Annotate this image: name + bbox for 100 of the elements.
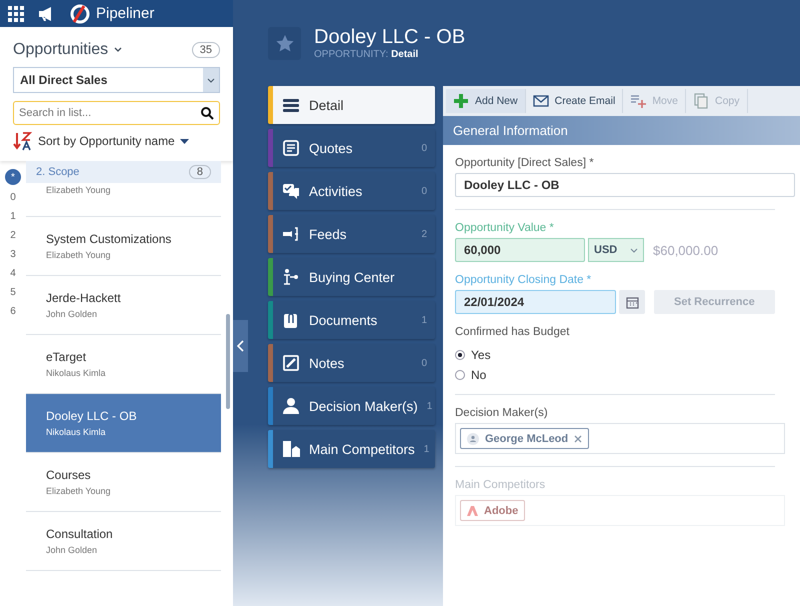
radio-option[interactable]: Yes: [455, 348, 491, 362]
nav-tab[interactable]: Decision Maker(s) 1: [268, 387, 435, 425]
copy-icon: [693, 93, 709, 109]
caret-icon: [630, 248, 638, 252]
index-letter[interactable]: 3: [5, 247, 21, 261]
index-letter[interactable]: *: [5, 169, 21, 185]
nav-tab[interactable]: Quotes 0: [268, 129, 435, 167]
formatted-value: $60,000.00: [653, 242, 718, 258]
caret-icon: [180, 138, 189, 144]
record-subtitle: OPPORTUNITY: Detail: [314, 49, 420, 60]
index-letter[interactable]: 5: [5, 285, 21, 299]
index-letter[interactable]: 0: [5, 190, 21, 204]
field-label: Decision Maker(s): [455, 407, 548, 419]
toolbar-button[interactable]: Create Email: [526, 89, 624, 113]
radio-option[interactable]: No: [455, 368, 486, 382]
document-icon: [282, 139, 300, 157]
item-owner: Nikolaus Kimla: [46, 368, 107, 378]
date-field[interactable]: 22/01/2024: [455, 290, 616, 314]
list-title[interactable]: Opportunities: [13, 41, 122, 59]
nav-tab[interactable]: Feeds 2: [268, 215, 435, 253]
tab-count: 1: [421, 314, 427, 326]
tab-count: 0: [421, 186, 427, 196]
star-icon: [276, 34, 294, 52]
item-name: eTarget: [46, 350, 88, 364]
person-icon: [467, 432, 479, 444]
radio-button[interactable]: [455, 350, 465, 360]
nav-tab[interactable]: Notes 0: [268, 344, 435, 382]
item-name: Courses: [46, 468, 92, 482]
list-item[interactable]: Consultation John Golden: [26, 512, 221, 571]
nav-tab[interactable]: Buying Center: [268, 258, 435, 296]
opportunity-name-field[interactable]: Dooley LLC - OB: [455, 173, 795, 197]
favorite-button[interactable]: [268, 26, 301, 60]
field-label: Opportunity Value *: [455, 222, 554, 234]
list-item[interactable]: System Customizations Elizabeth Young: [26, 217, 221, 276]
list-item[interactable]: Courses Elizabeth Young: [26, 453, 221, 512]
tab-count: 1: [426, 400, 432, 412]
nav-tab[interactable]: Documents 1: [268, 301, 435, 339]
nav-tab[interactable]: Detail: [268, 86, 435, 124]
item-name: Dooley LLC - OB: [46, 409, 138, 423]
item-owner: Elizabeth Young: [46, 486, 112, 496]
person-icon: [282, 397, 300, 415]
item-owner: Elizabeth Young: [46, 185, 112, 195]
chevron-down-icon: [114, 47, 122, 52]
list-item[interactable]: Elizabeth Young: [26, 183, 221, 217]
feed-icon: [282, 225, 300, 243]
list-icon: [282, 96, 300, 114]
hierarchy-icon: [282, 268, 300, 286]
calendar-icon: [626, 296, 638, 308]
radio-button[interactable]: [455, 370, 465, 380]
field-label: Opportunity Closing Date *: [455, 274, 592, 286]
item-name: Consultation: [46, 527, 114, 541]
decision-makers-field[interactable]: George McLeod: [455, 423, 785, 454]
search-icon[interactable]: [201, 107, 214, 120]
item-owner: Elizabeth Young: [46, 250, 112, 260]
chat-icon: [282, 182, 300, 200]
person-chip[interactable]: George McLeod: [460, 428, 590, 449]
calendar-button[interactable]: [619, 290, 645, 314]
item-name: Jerde-Hackett: [46, 291, 122, 305]
count-badge: 35: [192, 42, 220, 58]
search-field[interactable]: Search in list...: [13, 101, 220, 125]
logo-icon: [467, 506, 478, 516]
value-field[interactable]: 60,000: [455, 238, 585, 262]
record-title: Dooley LLC - OB: [314, 26, 466, 49]
nav-tab[interactable]: Activities 0: [268, 172, 435, 210]
index-letter[interactable]: 6: [5, 304, 21, 318]
index-letter[interactable]: 4: [5, 266, 21, 280]
field-label: Confirmed has Budget: [455, 326, 570, 338]
view-dropdown[interactable]: All Direct Sales: [13, 67, 220, 93]
index-letter[interactable]: 1: [5, 209, 21, 223]
scrollbar[interactable]: [226, 314, 230, 409]
note-icon: [282, 354, 300, 372]
group-header[interactable]: 2. Scope 8: [26, 161, 221, 183]
chevron-left-icon: [237, 340, 244, 352]
caret-icon: [207, 78, 215, 82]
app-grid-icon[interactable]: [8, 6, 24, 22]
app-name: Pipeliner: [96, 5, 154, 22]
list-item[interactable]: Dooley LLC - OB Nikolaus Kimla: [26, 394, 221, 453]
close-icon[interactable]: [574, 434, 582, 442]
collapse-button[interactable]: [233, 320, 248, 372]
sort-icon: [13, 131, 33, 151]
sort-button[interactable]: Sort by Opportunity name: [13, 131, 220, 151]
section-header: General Information: [443, 116, 800, 145]
item-owner: Nikolaus Kimla: [46, 427, 107, 437]
plus-icon: [453, 93, 469, 109]
tab-count: 2: [421, 228, 427, 240]
field-label: Main Competitors: [455, 479, 546, 491]
move-icon: [630, 93, 646, 109]
item-owner: John Golden: [46, 545, 98, 555]
toolbar-button[interactable]: Add New: [446, 89, 526, 113]
tab-count: 0: [421, 142, 427, 154]
tab-count: 0: [421, 358, 427, 368]
index-letter[interactable]: 2: [5, 228, 21, 242]
building-icon: [282, 440, 300, 458]
logo-icon: [70, 4, 90, 24]
list-item[interactable]: Jerde-Hackett John Golden: [26, 276, 221, 335]
envelope-icon: [532, 93, 549, 109]
nav-tab[interactable]: Main Competitors 1: [268, 430, 435, 468]
item-name: System Customizations: [46, 232, 172, 246]
currency-dropdown[interactable]: USD: [588, 238, 644, 262]
field-label: Opportunity [Direct Sales] *: [455, 157, 594, 169]
